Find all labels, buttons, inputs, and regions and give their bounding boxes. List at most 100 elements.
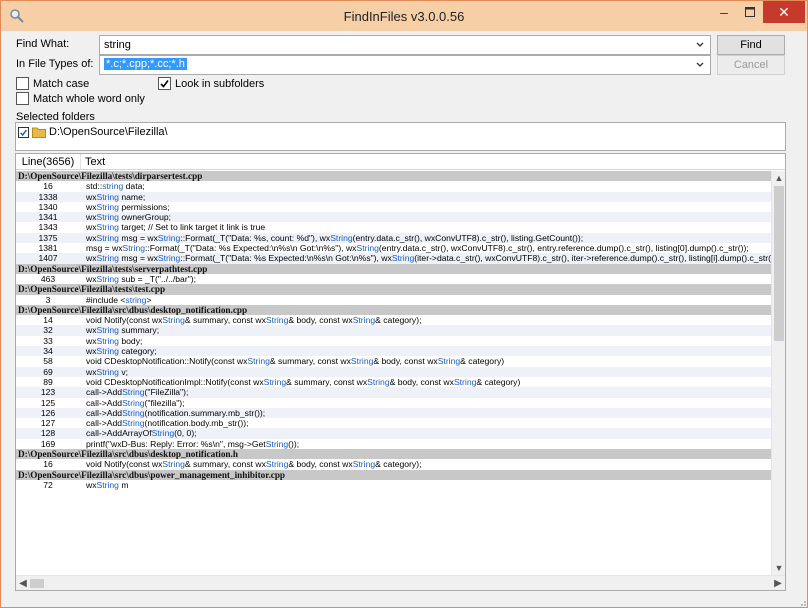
vertical-scrollbar[interactable]: ▲ ▼ [771, 171, 785, 575]
scrollbar-thumb[interactable] [30, 579, 44, 588]
look-in-subfolders-checkbox[interactable]: Look in subfolders [158, 77, 264, 90]
match-text: #include <string> [86, 294, 152, 305]
match-text: wxString msg = wxString::Format(_T("Data… [86, 232, 584, 243]
selected-folders-list[interactable]: D:\OpenSource\Filezilla\ [15, 122, 786, 151]
cancel-button[interactable]: Cancel [717, 55, 785, 75]
checkbox-box-checked[interactable] [158, 77, 171, 90]
column-divider[interactable] [80, 154, 81, 170]
file-group-header[interactable]: D:\OpenSource\Filezilla\src\dbus\desktop… [16, 449, 771, 460]
line-number: 58 [43, 356, 53, 367]
match-case-label: Match case [33, 77, 90, 90]
line-number: 1375 [38, 232, 58, 243]
result-row[interactable]: 125 call->AddString("filezilla"); [16, 398, 771, 408]
line-number: 1338 [38, 191, 58, 202]
scroll-right-icon[interactable]: ▶ [771, 576, 785, 590]
result-row[interactable]: 127 call->AddString(notification.body.mb_… [16, 418, 771, 428]
find-button[interactable]: Find [717, 35, 785, 55]
result-row[interactable]: 1338 wxString name; [16, 191, 771, 202]
result-row[interactable]: 169 printf("wxD-Bus: Reply: Error: %s\n"… [16, 439, 771, 449]
checkbox-box[interactable] [16, 77, 29, 90]
results-header: Line(3656) Text [16, 154, 785, 170]
result-row[interactable]: 1340 wxString permissions; [16, 202, 771, 212]
line-number: 89 [43, 376, 53, 387]
checkmark-icon [160, 80, 169, 88]
match-text: printf("wxD-Bus: Reply: Error: %s\n", ms… [86, 438, 300, 449]
title-bar[interactable]: FindInFiles v3.0.0.56 – ✕ [1, 1, 807, 31]
file-types-combo[interactable]: *.c;*.cpp;*.cc;*.h [99, 55, 711, 75]
file-group-header[interactable]: D:\OpenSource\Filezilla\src\dbus\desktop… [16, 304, 771, 316]
file-types-value: *.c;*.cpp;*.cc;*.h [104, 58, 187, 70]
scroll-left-icon[interactable]: ◀ [16, 576, 30, 590]
file-path: D:\OpenSource\Filezilla\src\dbus\desktop… [18, 449, 238, 460]
file-path: D:\OpenSource\Filezilla\tests\serverpath… [18, 263, 208, 274]
result-row[interactable]: 89 void CDesktopNotificationImpl::Notify(… [16, 377, 771, 387]
result-row[interactable]: 72 wxString m [16, 480, 771, 490]
line-number: 16 [43, 181, 53, 192]
file-path: D:\OpenSource\Filezilla\tests\test.cpp [18, 284, 166, 295]
result-row[interactable]: 126 call->AddString(notification.summary.… [16, 407, 771, 419]
result-row[interactable]: 1407 wxString msg = wxString::Format(_T(… [16, 253, 771, 264]
match-case-checkbox[interactable]: Match case [16, 77, 89, 90]
result-row[interactable]: 16 std::string data; [16, 181, 771, 191]
result-row[interactable]: 16 void Notify(const wxString& summary, c… [16, 459, 771, 469]
minimize-button[interactable]: – [711, 1, 737, 23]
scrollbar-thumb[interactable] [774, 186, 784, 341]
match-whole-word-checkbox[interactable]: Match whole word only [16, 92, 145, 105]
find-what-label: Find What: [16, 38, 70, 50]
folder-path: D:\OpenSource\Filezilla\ [49, 126, 168, 138]
maximize-button[interactable] [737, 1, 763, 23]
file-group-header[interactable]: D:\OpenSource\Filezilla\tests\test.cpp [16, 284, 771, 295]
column-header-text[interactable]: Text [85, 156, 105, 168]
chevron-down-icon[interactable] [694, 38, 706, 52]
resize-grip-icon[interactable] [797, 597, 807, 607]
results-rows[interactable]: D:\OpenSource\Filezilla\tests\dirparsert… [16, 171, 771, 575]
find-what-value: string [104, 39, 131, 51]
result-row[interactable]: 1375 wxString msg = wxString::Format(_T("… [16, 232, 771, 244]
file-group-header[interactable]: D:\OpenSource\Filezilla\src\dbus\power_m… [16, 469, 771, 480]
file-group-header[interactable]: D:\OpenSource\Filezilla\tests\dirparsert… [16, 171, 771, 182]
result-row[interactable]: 14 void Notify(const wxString& summary, c… [16, 315, 771, 325]
line-number: 1381 [38, 243, 58, 254]
result-row[interactable]: 123 call->AddString("FileZilla"); [16, 387, 771, 398]
column-header-line[interactable]: Line(3656) [16, 156, 80, 168]
match-text: wxString category; [86, 346, 157, 357]
result-row[interactable]: 1341 wxString ownerGroup; [16, 212, 771, 223]
line-number: 69 [43, 366, 53, 377]
file-group-header[interactable]: D:\OpenSource\Filezilla\tests\serverpath… [16, 263, 771, 274]
match-text: call->AddString("FileZilla"); [86, 387, 189, 398]
maximize-icon [745, 7, 755, 17]
result-row[interactable]: 32 wxString summary; [16, 325, 771, 336]
match-text: call->AddArrayOfString(0, 0); [86, 428, 197, 439]
line-number: 125 [40, 397, 56, 408]
close-button[interactable]: ✕ [763, 1, 805, 23]
result-row[interactable]: 33 wxString body; [16, 336, 771, 346]
line-number: 126 [40, 407, 56, 418]
result-row[interactable]: 34 wxString category; [16, 346, 771, 357]
result-row[interactable]: 3 #include <string> [16, 295, 771, 305]
file-path: D:\OpenSource\Filezilla\src\dbus\desktop… [18, 304, 248, 315]
result-row[interactable]: 128 call->AddArrayOfString(0, 0); [16, 428, 771, 439]
scroll-down-icon[interactable]: ▼ [772, 561, 785, 575]
chevron-down-icon[interactable] [694, 58, 706, 72]
match-text: void CDesktopNotificationImpl::Notify(co… [86, 376, 521, 387]
result-row[interactable]: 1381 msg = wxString::Format(_T("Data: %s … [16, 243, 771, 253]
match-text: void Notify(const wxString& summary, con… [86, 459, 422, 470]
horizontal-scrollbar[interactable]: ◀ ▶ [16, 575, 785, 590]
result-row[interactable]: 58 void CDesktopNotification::Notify(cons… [16, 356, 771, 366]
find-what-combo[interactable]: string [99, 35, 711, 55]
line-number: 1340 [38, 201, 58, 212]
folder-item[interactable]: D:\OpenSource\Filezilla\ [18, 126, 168, 138]
scroll-up-icon[interactable]: ▲ [772, 171, 785, 185]
line-number: 3 [45, 294, 51, 305]
results-list[interactable]: Line(3656) Text D:\OpenSource\Filezilla\… [15, 153, 786, 591]
match-text: wxString name; [86, 191, 146, 202]
folder-checkbox[interactable] [18, 126, 29, 138]
result-row[interactable]: 69 wxString v; [16, 366, 771, 377]
result-row[interactable]: 1343 wxString target; // Set to link targ… [16, 222, 771, 232]
checkbox-box[interactable] [16, 92, 29, 105]
line-number: 1341 [38, 212, 58, 223]
match-text: wxString ownerGroup; [86, 212, 172, 223]
result-row[interactable]: 463 wxString sub = _T("../../bar"); [16, 274, 771, 284]
match-text: wxString v; [86, 366, 129, 377]
match-text: wxString permissions; [86, 201, 170, 212]
